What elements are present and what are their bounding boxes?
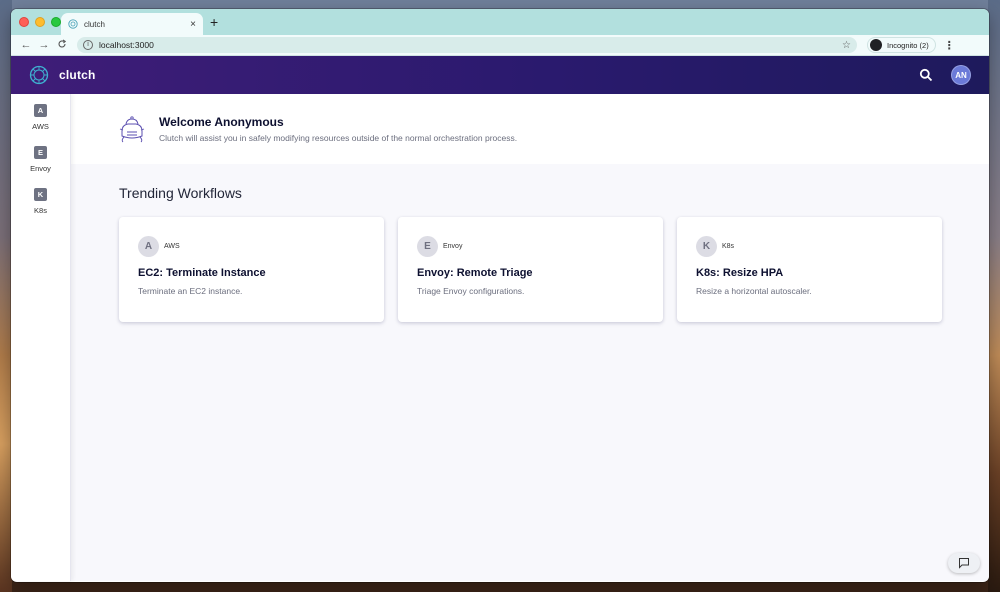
clutch-logo-icon[interactable]: [29, 65, 49, 85]
app-body: A AWS E Envoy K K8s Welcome Anonymous Cl…: [11, 94, 989, 581]
welcome-subtitle: Clutch will assist you in safely modifyi…: [159, 133, 518, 143]
app-header: clutch AN: [11, 56, 989, 94]
card-header: K K8s: [696, 236, 923, 257]
incognito-label: Incognito (2): [887, 40, 929, 50]
incognito-indicator[interactable]: Incognito (2): [867, 37, 936, 53]
workflow-card-envoy-triage[interactable]: E Envoy Envoy: Remote Triage Triage Envo…: [398, 217, 663, 322]
bookmark-star-icon[interactable]: ☆: [842, 40, 851, 51]
card-description: Terminate an EC2 instance.: [138, 286, 243, 296]
tab-title: clutch: [84, 19, 105, 29]
trending-heading: Trending Workflows: [119, 185, 242, 201]
sidebar: A AWS E Envoy K K8s: [11, 94, 71, 581]
sidebar-item-label: Envoy: [30, 164, 51, 173]
workflow-cards: A AWS EC2: Terminate Instance Terminate …: [119, 217, 942, 322]
reload-button[interactable]: [53, 39, 71, 52]
sidebar-item-badge: A: [34, 104, 47, 117]
site-info-icon[interactable]: i: [83, 40, 93, 50]
welcome-text: Welcome Anonymous Clutch will assist you…: [159, 115, 517, 143]
card-group-avatar: K: [696, 236, 717, 257]
feedback-button[interactable]: [948, 553, 980, 573]
workflow-card-ec2-terminate[interactable]: A AWS EC2: Terminate Instance Terminate …: [119, 217, 384, 322]
workflow-card-k8s-resize-hpa[interactable]: K K8s K8s: Resize HPA Resize a horizonta…: [677, 217, 942, 322]
card-group-avatar: E: [417, 236, 438, 257]
main-content: Welcome Anonymous Clutch will assist you…: [71, 94, 989, 581]
card-title: Envoy: Remote Triage: [417, 267, 533, 279]
browser-toolbar: ← → i localhost:3000 ☆ Incognito (2) ⋮: [11, 35, 989, 56]
card-group-label: Envoy: [443, 243, 463, 250]
sidebar-item-envoy[interactable]: E Envoy: [11, 146, 70, 173]
back-button[interactable]: ←: [17, 39, 35, 51]
tab-close-icon[interactable]: ×: [190, 19, 196, 30]
minimize-window-button[interactable]: [35, 17, 45, 27]
sidebar-item-aws[interactable]: A AWS: [11, 104, 70, 131]
welcome-banner: Welcome Anonymous Clutch will assist you…: [71, 94, 989, 164]
card-group-label: K8s: [722, 243, 735, 250]
sidebar-item-label: AWS: [32, 122, 49, 131]
tab-strip: clutch × +: [11, 9, 989, 35]
card-header: E Envoy: [417, 236, 644, 257]
sidebar-item-label: K8s: [34, 206, 47, 215]
maximize-window-button[interactable]: [51, 17, 61, 27]
sidebar-item-badge: E: [34, 146, 47, 159]
window-controls: [19, 17, 61, 27]
card-header: A AWS: [138, 236, 365, 257]
card-group-label: AWS: [164, 243, 180, 250]
sidebar-item-badge: K: [34, 188, 47, 201]
close-window-button[interactable]: [19, 17, 29, 27]
forward-button[interactable]: →: [35, 39, 53, 51]
welcome-title: Welcome Anonymous: [159, 115, 284, 129]
card-description: Triage Envoy configurations.: [417, 286, 525, 296]
user-avatar[interactable]: AN: [951, 65, 971, 85]
browser-window: clutch × + ← → i localhost:3000 ☆ Incogn…: [11, 9, 989, 582]
sidebar-item-k8s[interactable]: K K8s: [11, 188, 70, 215]
card-title: EC2: Terminate Instance: [138, 267, 266, 279]
reload-icon: [58, 39, 67, 47]
trending-section: Trending Workflows A AWS EC2: Terminate …: [71, 164, 989, 322]
app-brand-name[interactable]: clutch: [59, 68, 96, 82]
address-bar[interactable]: i localhost:3000 ☆: [77, 37, 857, 53]
clutch-favicon-icon: [68, 19, 78, 29]
card-description: Resize a horizontal autoscaler.: [696, 286, 812, 296]
incognito-icon: [870, 39, 882, 51]
browser-tab[interactable]: clutch ×: [61, 13, 203, 35]
browser-menu-icon[interactable]: ⋮: [944, 39, 955, 52]
card-group-avatar: A: [138, 236, 159, 257]
new-tab-button[interactable]: +: [210, 14, 218, 30]
welcome-robot-icon: [119, 116, 145, 143]
card-title: K8s: Resize HPA: [696, 267, 784, 279]
desktop-background-right: [988, 0, 1000, 592]
url-text: localhost:3000: [99, 40, 154, 50]
search-icon[interactable]: [919, 68, 933, 82]
chat-bubble-icon: [959, 558, 969, 569]
